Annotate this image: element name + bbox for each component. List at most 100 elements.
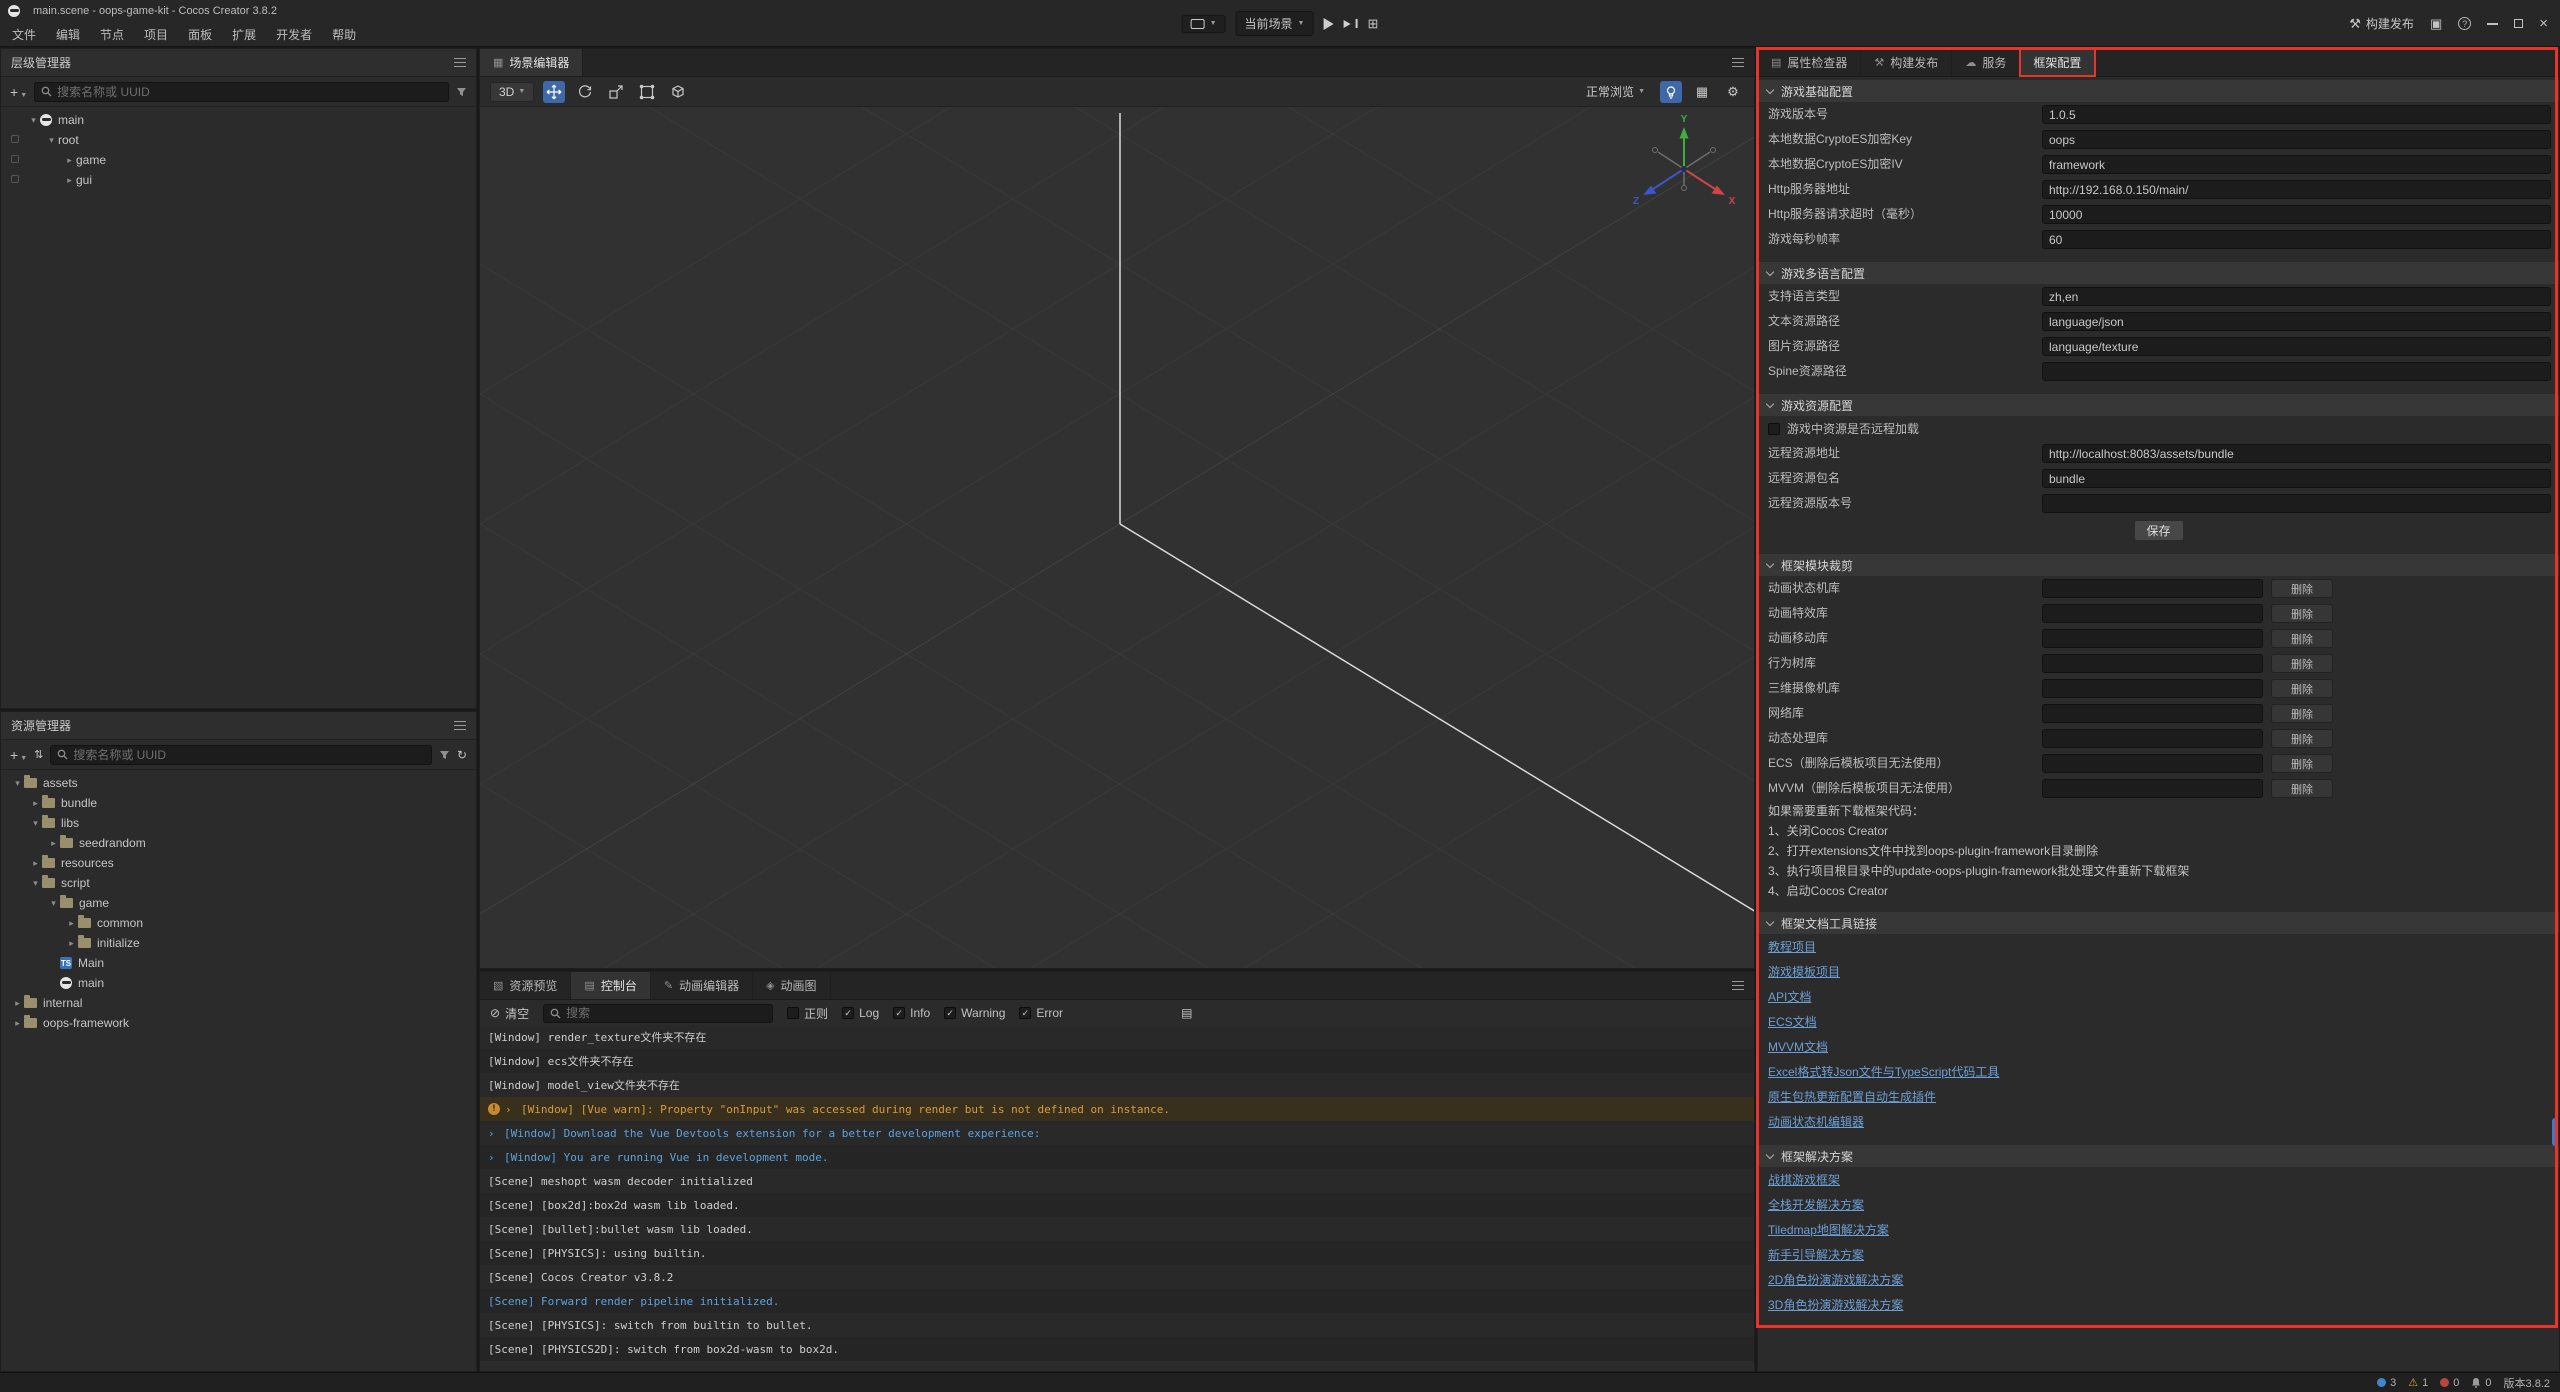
- log-count-badge[interactable]: 3: [2377, 1377, 2396, 1389]
- remote-address-input[interactable]: [2042, 444, 2551, 463]
- delete-module-button[interactable]: 删除: [2271, 679, 2333, 698]
- regex-checkbox[interactable]: 正则: [787, 1005, 828, 1022]
- package-icon[interactable]: ▣: [2430, 16, 2442, 32]
- fps-input[interactable]: [2042, 230, 2551, 249]
- expand-arrow-icon[interactable]: ›: [488, 1127, 504, 1140]
- menu-project[interactable]: 项目: [134, 23, 178, 45]
- http-timeout-input[interactable]: [2042, 205, 2551, 224]
- game-version-input[interactable]: [2042, 105, 2551, 124]
- maximize-button[interactable]: [2514, 19, 2523, 28]
- menu-node[interactable]: 节点: [90, 23, 134, 45]
- module-field[interactable]: [2042, 629, 2263, 648]
- module-field[interactable]: [2042, 604, 2263, 623]
- console-line[interactable]: [Scene] [PHYSICS]: using builtin.: [480, 1241, 1754, 1265]
- filter-error-checkbox[interactable]: ✓Error: [1019, 1006, 1063, 1020]
- panel-menu-icon[interactable]: [454, 721, 466, 731]
- expand-arrow-icon[interactable]: ▾: [27, 115, 40, 126]
- delete-module-button[interactable]: 删除: [2271, 754, 2333, 773]
- remote-bundle-input[interactable]: [2042, 469, 2551, 488]
- console-line[interactable]: [Window] render_texture文件夹不存在: [480, 1025, 1754, 1049]
- console-line[interactable]: [Scene] [bullet]:bullet wasm lib loaded.: [480, 1217, 1754, 1241]
- tab-assets-preview[interactable]: ▧资源预览: [480, 972, 571, 999]
- asset-node-oops-framework[interactable]: ▸oops-framework: [1, 1013, 476, 1033]
- lock-toggle-icon[interactable]: [11, 135, 19, 143]
- gizmo-space-button[interactable]: [667, 81, 689, 103]
- delete-module-button[interactable]: 删除: [2271, 604, 2333, 623]
- gear-icon[interactable]: ⚙: [1722, 81, 1744, 103]
- warning-count-badge[interactable]: ⚠1: [2408, 1376, 2428, 1389]
- close-button[interactable]: ×: [2539, 16, 2548, 31]
- add-asset-button[interactable]: +▼: [10, 748, 27, 762]
- crypto-iv-input[interactable]: [2042, 155, 2551, 174]
- play-button[interactable]: [1323, 18, 1333, 30]
- menu-developer[interactable]: 开发者: [266, 23, 322, 45]
- tab-scene-editor[interactable]: ▦ 场景编辑器: [480, 49, 583, 76]
- clear-console-button[interactable]: ⊘清空: [490, 1005, 529, 1022]
- delete-module-button[interactable]: 删除: [2271, 579, 2333, 598]
- tab-service[interactable]: ☁服务: [1952, 49, 2020, 76]
- module-field[interactable]: [2042, 704, 2263, 723]
- hierarchy-node-game[interactable]: ▸ game: [1, 150, 476, 170]
- preview-platform-button[interactable]: ▼: [1182, 15, 1226, 33]
- module-field[interactable]: [2042, 579, 2263, 598]
- delete-module-button[interactable]: 删除: [2271, 779, 2333, 798]
- console-line-warning[interactable]: !›[Window] [Vue warn]: Property "onInput…: [480, 1097, 1754, 1121]
- http-server-input[interactable]: [2042, 180, 2551, 199]
- console-line[interactable]: [Window] model_view文件夹不存在: [480, 1073, 1754, 1097]
- layout-icon[interactable]: ⊞: [1367, 16, 1378, 32]
- console-line[interactable]: [Scene] [box2d]:box2d wasm lib loaded.: [480, 1193, 1754, 1217]
- scene-viewport[interactable]: Y X Z: [480, 107, 1754, 968]
- console-line-info[interactable]: ›[Window] Download the Vue Devtools exte…: [480, 1121, 1754, 1145]
- dimension-toggle-button[interactable]: 3D▼: [490, 82, 534, 102]
- menu-file[interactable]: 文件: [2, 23, 46, 45]
- move-tool-button[interactable]: [543, 81, 565, 103]
- scale-tool-button[interactable]: [605, 81, 627, 103]
- tab-animation-graph[interactable]: ◈动画图: [753, 972, 830, 999]
- step-button[interactable]: [1343, 19, 1357, 28]
- panel-menu-icon[interactable]: [454, 58, 466, 68]
- language-types-input[interactable]: [2042, 287, 2551, 306]
- menu-extension[interactable]: 扩展: [222, 23, 266, 45]
- image-path-input[interactable]: [2042, 337, 2551, 356]
- error-count-badge[interactable]: 0: [2440, 1377, 2459, 1389]
- asset-node-script[interactable]: ▾script: [1, 873, 476, 893]
- lock-toggle-icon[interactable]: [11, 155, 19, 163]
- rotate-tool-button[interactable]: [574, 81, 596, 103]
- grid-toggle[interactable]: ▦: [1691, 81, 1713, 103]
- refresh-icon[interactable]: ↻: [457, 748, 467, 762]
- asset-node-main-scene[interactable]: main: [1, 973, 476, 993]
- section-doc-links[interactable]: 框架文档工具链接: [1758, 912, 2559, 934]
- expand-arrow-icon[interactable]: ▾: [45, 135, 58, 146]
- asset-node-resources[interactable]: ▸resources: [1, 853, 476, 873]
- delete-module-button[interactable]: 删除: [2271, 729, 2333, 748]
- section-resource-config[interactable]: 游戏资源配置: [1758, 394, 2559, 416]
- asset-node-main-ts[interactable]: TSMain: [1, 953, 476, 973]
- console-line[interactable]: [Scene] [PHYSICS2D]: switch from box2d-w…: [480, 1337, 1754, 1361]
- module-field[interactable]: [2042, 779, 2263, 798]
- view-mode-select[interactable]: 正常浏览▼: [1580, 81, 1651, 102]
- panel-menu-icon[interactable]: [1732, 58, 1744, 68]
- remote-load-checkbox[interactable]: [1768, 423, 1780, 435]
- tab-animation-editor[interactable]: ✎动画编辑器: [651, 972, 753, 999]
- view-gizmo[interactable]: Y X Z: [1633, 114, 1736, 207]
- expand-arrow-icon[interactable]: ›: [505, 1103, 521, 1116]
- build-shortcut-button[interactable]: ⚒ 构建发布: [2349, 15, 2414, 32]
- delete-module-button[interactable]: 删除: [2271, 654, 2333, 673]
- tab-framework-config[interactable]: 框架配置: [2020, 49, 2095, 76]
- asset-node-libs[interactable]: ▾libs: [1, 813, 476, 833]
- asset-node-initialize[interactable]: ▸initialize: [1, 933, 476, 953]
- filter-log-checkbox[interactable]: ✓Log: [842, 1006, 879, 1020]
- tab-inspector[interactable]: ▤属性检查器: [1758, 49, 1861, 76]
- console-search-input[interactable]: [566, 1006, 766, 1020]
- filter-info-checkbox[interactable]: ✓Info: [893, 1006, 930, 1020]
- module-field[interactable]: [2042, 679, 2263, 698]
- asset-node-game[interactable]: ▾game: [1, 893, 476, 913]
- section-basic-config[interactable]: 游戏基础配置: [1758, 80, 2559, 102]
- section-solutions[interactable]: 框架解决方案: [1758, 1145, 2559, 1167]
- hierarchy-search-input[interactable]: [57, 85, 442, 99]
- hierarchy-node-main[interactable]: ▾ main: [1, 110, 476, 130]
- hierarchy-node-gui[interactable]: ▸ gui: [1, 170, 476, 190]
- add-node-button[interactable]: +▼: [10, 85, 27, 99]
- console-line[interactable]: [Scene] meshopt wasm decoder initialized: [480, 1169, 1754, 1193]
- panel-menu-icon[interactable]: [1732, 981, 1744, 991]
